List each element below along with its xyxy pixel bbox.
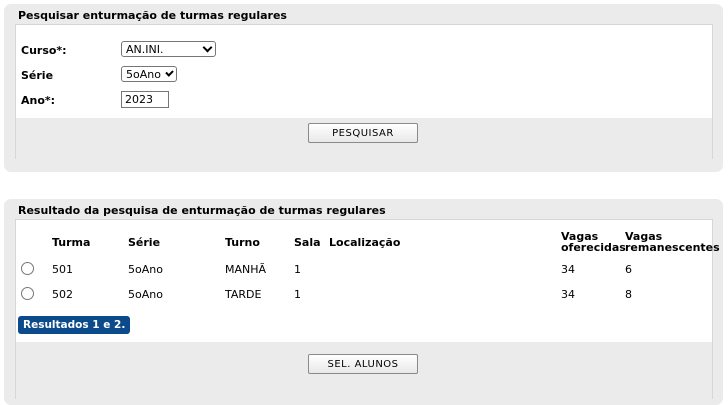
search-form: Curso*: AN.INI. Série 5oAno Ano*: 2023 P… [15,24,713,159]
cell-vagas-oferecidas: 34 [561,288,575,301]
header-vagas-remanescentes-line2: remanescentes [625,241,720,254]
header-serie: Série [128,236,161,249]
header-turma: Turma [52,236,91,249]
row-select-radio[interactable] [21,287,34,300]
pesquisar-button[interactable]: PESQUISAR [308,123,418,143]
header-vagas-remanescentes: Vagas remanescentes [625,231,720,253]
cell-turma: 501 [52,263,73,276]
cell-serie: 5oAno [128,263,163,276]
serie-label: Série [21,69,54,82]
ano-label: Ano*: [21,94,56,107]
results-panel-title: Resultado da pesquisa de enturmação de t… [18,204,386,217]
curso-select[interactable]: AN.INI. [121,41,216,57]
cell-turma: 502 [52,288,73,301]
serie-select-value: 5oAno [126,67,161,81]
header-sala: Sala [294,236,321,249]
header-vagas-oferecidas: Vagas oferecidas [561,231,626,253]
cell-sala: 1 [294,263,301,276]
cell-turno: TARDE [225,288,262,301]
search-panel-title: Pesquisar enturmação de turmas regulares [18,9,287,22]
chevron-down-icon [165,67,174,77]
cell-turno: MANHÃ [225,263,267,276]
sel-alunos-button[interactable]: SEL. ALUNOS [308,354,418,374]
cell-vagas-remanescentes: 8 [625,288,632,301]
results-count-badge: Resultados 1 e 2. [18,316,131,334]
header-localizacao: Localização [329,236,401,249]
results-button-bar: SEL. ALUNOS [16,342,712,399]
header-turno: Turno [225,236,260,249]
results-panel: Resultado da pesquisa de enturmação de t… [4,199,723,405]
curso-label: Curso*: [21,44,67,57]
row-select-radio[interactable] [21,262,34,275]
results-table: Turma Série Turno Sala Localização Vagas… [15,219,720,399]
ano-input[interactable]: 2023 [121,91,169,108]
search-button-bar: PESQUISAR [16,118,712,159]
curso-select-value: AN.INI. [126,42,164,56]
cell-vagas-oferecidas: 34 [561,263,575,276]
cell-sala: 1 [294,288,301,301]
cell-vagas-remanescentes: 6 [625,263,632,276]
cell-serie: 5oAno [128,288,163,301]
serie-select[interactable]: 5oAno [121,66,177,82]
chevron-down-icon [202,42,213,52]
search-panel: Pesquisar enturmação de turmas regulares… [4,4,723,172]
header-vagas-oferecidas-line2: oferecidas [561,241,626,254]
